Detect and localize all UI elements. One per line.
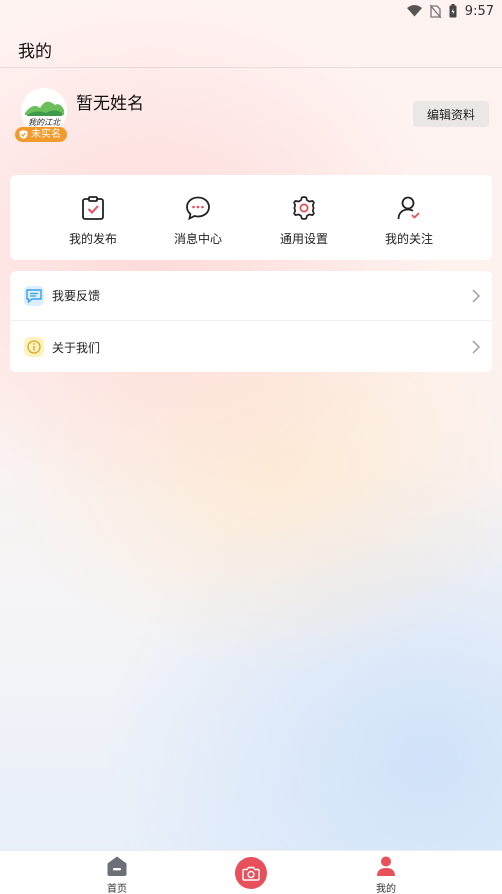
gear-icon — [293, 196, 315, 220]
chat-bubble-icon — [186, 196, 210, 221]
list-item-label: 我要反馈 — [52, 289, 101, 303]
quick-item-my-posts[interactable]: 我的发布 — [53, 195, 133, 247]
nav-item-label: 首页 — [107, 884, 127, 894]
info-icon — [24, 337, 44, 357]
quick-item-label: 我的关注 — [384, 232, 433, 246]
chevron-right-icon — [472, 289, 480, 302]
nav-item-mine[interactable]: 我的 — [356, 851, 416, 894]
quick-item-following[interactable]: 我的关注 — [369, 195, 449, 247]
home-icon — [107, 856, 127, 876]
feedback-icon — [24, 285, 44, 306]
list-item-about[interactable]: 关于我们 — [10, 322, 492, 372]
bottom-nav: 首页 我的 — [0, 850, 502, 894]
camera-button[interactable] — [235, 857, 267, 889]
status-bar: 9:57 — [0, 0, 502, 22]
clipboard-check-icon — [82, 196, 104, 220]
quick-item-label: 消息中心 — [173, 232, 222, 246]
profile-section: 我的江北 未实名 暂无姓名 编辑资料 — [0, 88, 502, 152]
edit-profile-button[interactable]: 编辑资料 — [413, 101, 489, 127]
nav-item-label: 我的 — [376, 884, 396, 894]
user-name: 暂无姓名 — [76, 94, 144, 114]
user-icon — [377, 856, 395, 876]
verify-badge[interactable]: 未实名 — [15, 127, 67, 142]
status-time: 9:57 — [464, 3, 494, 19]
nav-item-home[interactable]: 首页 — [87, 851, 147, 894]
wifi-icon — [406, 5, 422, 17]
list-item-feedback[interactable]: 我要反馈 — [10, 271, 492, 321]
user-check-icon — [397, 196, 420, 220]
page-title: 我的 — [18, 42, 52, 62]
quick-item-messages[interactable]: 消息中心 — [158, 195, 238, 247]
quick-menu-card: 我的发布 消息中心 通用设置 我的关注 — [10, 175, 492, 260]
quick-item-label: 通用设置 — [279, 232, 328, 246]
chevron-right-icon — [472, 340, 480, 354]
camera-icon — [242, 866, 260, 881]
header: 我的 — [0, 22, 502, 68]
list-item-label: 关于我们 — [52, 340, 101, 355]
battery-icon — [449, 4, 457, 18]
svg-text:我的江北: 我的江北 — [28, 118, 61, 127]
shield-icon — [19, 130, 28, 139]
quick-item-settings[interactable]: 通用设置 — [264, 195, 344, 247]
menu-list-card: 我要反馈 关于我们 — [10, 271, 492, 372]
quick-item-label: 我的发布 — [68, 232, 117, 246]
no-sim-icon — [429, 4, 441, 18]
verify-badge-label: 未实名 — [31, 129, 61, 140]
